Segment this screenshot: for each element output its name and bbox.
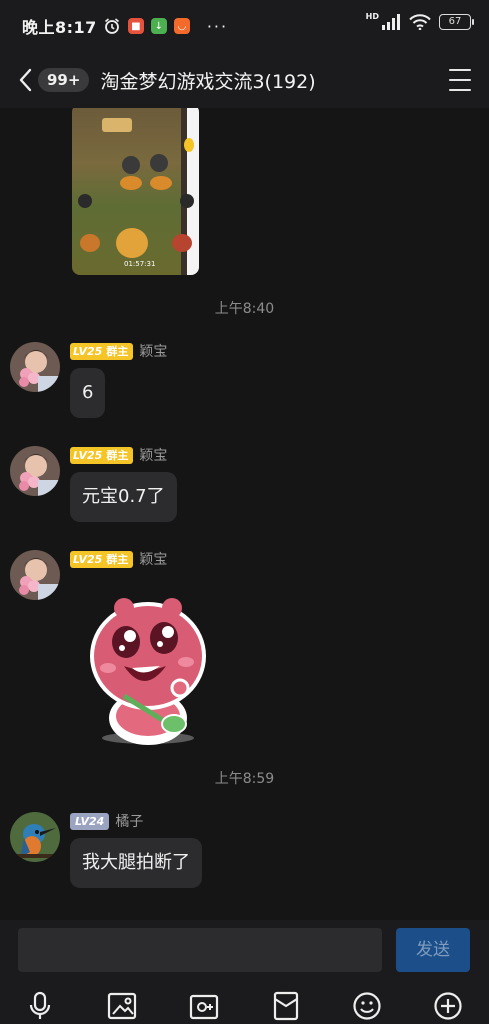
- composer-bar: 发送: [0, 920, 489, 1024]
- signal-icon: [382, 14, 400, 30]
- level-label: LV25: [70, 446, 106, 464]
- mic-icon: [29, 991, 51, 1019]
- message-input[interactable]: [18, 928, 382, 972]
- message-meta: LV24 橘子: [70, 812, 143, 830]
- mic-button[interactable]: [24, 990, 56, 1022]
- level-badge: LV25 群主: [70, 446, 134, 464]
- sender-name[interactable]: 橘子: [115, 811, 143, 831]
- game-timer: 01:57:31: [124, 260, 156, 268]
- message-item: LV25 群主 颖宝: [10, 550, 480, 750]
- chevron-left-icon: [19, 68, 32, 92]
- camera-button[interactable]: [188, 990, 220, 1022]
- hd-label: HD: [365, 11, 379, 21]
- user-avatar-image: [10, 550, 60, 600]
- status-right-icons: HD 67: [365, 11, 474, 30]
- status-time: 晚上8:17: [22, 18, 97, 37]
- emoji-button[interactable]: [351, 990, 383, 1022]
- level-label: LV25: [70, 550, 106, 568]
- message-meta: LV25 群主 颖宝: [70, 342, 167, 360]
- app-notification-icon: ■: [127, 18, 144, 34]
- role-label: 群主: [105, 342, 134, 360]
- battery-icon: 67: [439, 14, 474, 30]
- status-left-icons: ■ ↓ ◡ ···: [103, 17, 228, 36]
- level-badge: LV24: [70, 812, 110, 830]
- sender-name[interactable]: 颖宝: [139, 445, 167, 465]
- level-label: LV25: [70, 342, 106, 360]
- more-notifications-icon: ···: [206, 16, 229, 36]
- chat-area[interactable]: 01:57:31 上午8:40 LV25 群主 颖宝 6 LV25 群主 颖宝 …: [0, 108, 489, 920]
- status-bar: 晚上8:17 ■ ↓ ◡ ··· HD 67: [0, 0, 489, 52]
- unread-count-badge[interactable]: 99+: [38, 68, 90, 92]
- image-button[interactable]: [106, 990, 138, 1022]
- plus-icon: [434, 992, 462, 1020]
- plus-button[interactable]: [432, 990, 464, 1022]
- message-bubble[interactable]: 元宝0.7了: [70, 472, 177, 522]
- menu-icon: [449, 69, 471, 71]
- role-label: 群主: [105, 550, 134, 568]
- alarm-icon: [104, 18, 119, 34]
- level-badge: LV25 群主: [70, 550, 134, 568]
- user-avatar-image: [10, 342, 60, 392]
- message-bubble[interactable]: 6: [70, 368, 106, 418]
- download-notification-icon: ↓: [150, 18, 167, 34]
- avatar[interactable]: [10, 550, 60, 600]
- level-badge: LV25 群主: [70, 342, 134, 360]
- red-packet-button[interactable]: [270, 990, 302, 1022]
- shopping-notification-icon: ◡: [173, 18, 190, 34]
- message-meta: LV25 群主 颖宝: [70, 550, 167, 568]
- red-packet-icon: [273, 991, 299, 1021]
- back-button[interactable]: [8, 52, 42, 108]
- level-label: LV24: [70, 812, 110, 830]
- message-item: LV25 群主 颖宝 元宝0.7了: [10, 446, 480, 528]
- wifi-icon: [409, 14, 431, 30]
- battery-level: 67: [448, 16, 462, 27]
- role-label: 群主: [105, 446, 134, 464]
- send-button[interactable]: 发送: [396, 928, 470, 972]
- composer-toolbar: [0, 986, 489, 1024]
- message-item: LV25 群主 颖宝 6: [10, 342, 480, 424]
- kingfisher-avatar-image: [10, 812, 60, 862]
- sender-name[interactable]: 颖宝: [139, 341, 167, 361]
- pink-bear-sticker[interactable]: [84, 596, 214, 746]
- avatar[interactable]: [10, 812, 60, 862]
- timestamp: 上午8:59: [214, 771, 275, 787]
- avatar[interactable]: [10, 342, 60, 392]
- message-meta: LV25 群主 颖宝: [70, 446, 167, 464]
- sender-name[interactable]: 颖宝: [139, 549, 167, 569]
- chat-title: 淘金梦幻游戏交流3(192): [100, 70, 316, 93]
- timestamp: 上午8:40: [214, 301, 275, 317]
- user-avatar-image: [10, 446, 60, 496]
- menu-button[interactable]: [449, 67, 471, 93]
- avatar[interactable]: [10, 446, 60, 496]
- image-icon: [107, 992, 137, 1020]
- camera-icon: [189, 994, 219, 1020]
- message-bubble[interactable]: 我大腿拍断了: [70, 838, 202, 888]
- game-screenshot-image[interactable]: 01:57:31: [72, 108, 199, 275]
- message-item: LV24 橘子 我大腿拍断了: [10, 812, 480, 894]
- emoji-icon: [353, 992, 381, 1020]
- chat-header: 99+ 淘金梦幻游戏交流3(192): [0, 52, 489, 108]
